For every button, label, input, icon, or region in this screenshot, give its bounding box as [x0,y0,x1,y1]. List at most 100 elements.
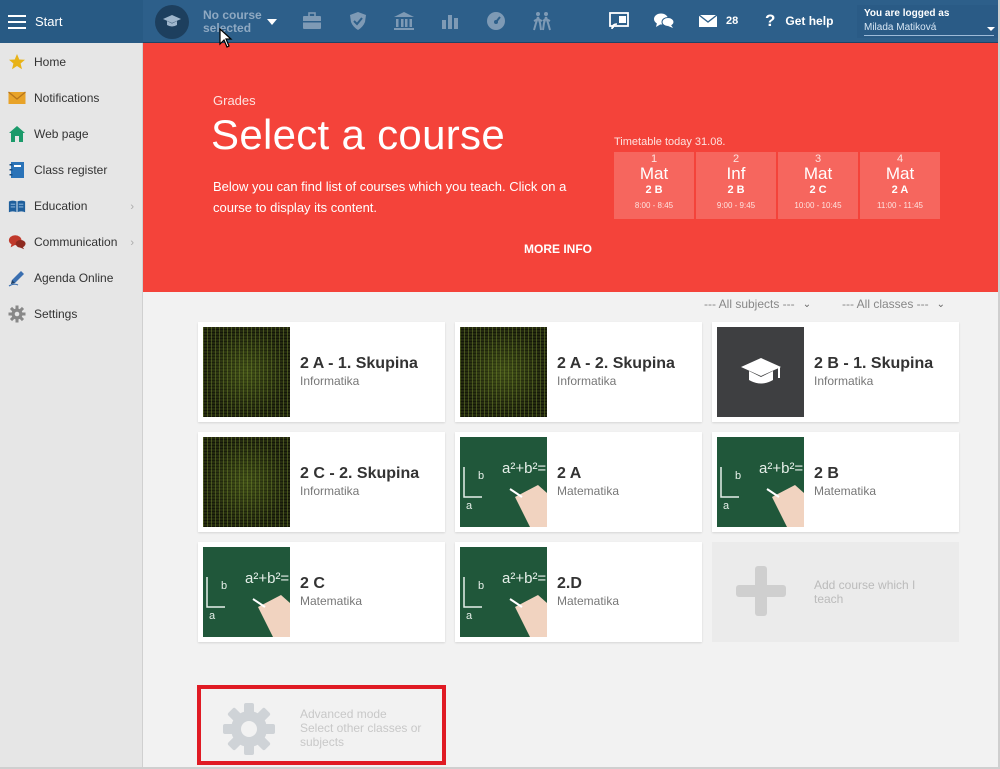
page-title: Select a course [211,111,505,158]
sidebar-item-web-page[interactable]: Web page [0,116,142,152]
sidebar-item-communication[interactable]: Communication › [0,224,142,260]
course-image [460,327,547,417]
pencil-icon [8,269,26,287]
more-info-link[interactable]: MORE INFO [524,242,592,256]
timetable-caption: Timetable today 31.08. [614,136,726,148]
slot-class: 2 B [727,184,745,196]
star-icon [8,53,26,71]
course-card[interactable]: b a a²+b²= 2 B Matematika [712,432,959,532]
page-description: Below you can find list of courses which… [213,179,567,215]
chalkboard-image: b a a²+b²= [460,547,547,637]
course-card[interactable]: 2 C - 2. Skupina Informatika [198,432,445,532]
mail-icon[interactable]: 28 [698,11,738,31]
chat-bubbles-icon [8,233,26,251]
sidebar-item-label: Web page [34,127,89,141]
notebook-icon [8,161,26,179]
course-title: 2 A - 1. Skupina [300,355,418,372]
course-title: 2.D [557,575,582,592]
mail-count: 28 [726,15,739,27]
chalkboard-image: b a a²+b²= [203,547,290,637]
sidebar-item-label: Education [34,199,88,213]
sidebar-item-label: Settings [34,307,78,321]
shield-icon[interactable] [347,10,369,32]
sidebar-item-class-register[interactable]: Class register [0,152,142,188]
people-walking-icon[interactable] [531,10,553,32]
sidebar-item-home[interactable]: Home [0,44,142,80]
bank-icon[interactable] [393,10,415,32]
sidebar-item-education[interactable]: Education › [0,188,142,224]
svg-text:a²+b²=: a²+b²= [502,460,546,477]
sidebar: Home Notifications Web page Class regist… [0,43,143,769]
course-title: 2 A - 2. Skupina [557,355,675,372]
dashboard-icon[interactable] [485,10,507,32]
graduation-cap-icon [155,5,189,39]
slot-subject: Mat [885,164,915,183]
svg-text:a²+b²=: a²+b²= [502,570,546,587]
house-icon [8,125,26,143]
start-label: Start [35,14,63,29]
help-button[interactable]: ? Get help [765,11,833,31]
course-card[interactable]: b a a²+b²= 2 A Matematika [455,432,702,532]
chevron-right-icon: › [130,237,134,249]
course-card[interactable]: 2 A - 2. Skupina Informatika [455,322,702,422]
sidebar-item-label: Class register [34,163,108,177]
sidebar-item-label: Communication [34,235,118,249]
svg-text:a: a [723,500,730,512]
sidebar-item-agenda-online[interactable]: Agenda Online [0,260,142,296]
timetable-slot[interactable]: 1 Mat 2 B 8:00 - 8:45 [614,152,694,219]
course-selector[interactable]: No course selected [155,5,277,39]
slot-subject: Mat [803,164,833,183]
course-card[interactable]: 2 B - 1. Skupina Informatika [712,322,959,422]
svg-text:a: a [209,610,216,622]
start-menu-button[interactable]: Start [0,0,143,43]
course-selector-label: No course selected [203,8,262,35]
add-course-label: Add course which I teach [814,578,916,606]
chat-icon[interactable] [653,11,675,31]
chevron-down-icon: ⌄ [936,298,946,310]
chalkboard-image: b a a²+b²= [717,437,804,527]
class-filter[interactable]: --- All classes --- ⌄ [842,297,945,311]
course-card[interactable]: b a a²+b²= 2.D Matematika [455,542,702,642]
course-title: 2 B [814,465,839,482]
svg-text:a²+b²=: a²+b²= [245,570,289,587]
help-icon: ? [765,11,776,30]
course-subject: Informatika [300,484,360,498]
slot-subject: Inf [726,164,746,183]
chalkboard-image: b a a²+b²= [460,437,547,527]
page-subtitle: Grades [213,93,256,108]
bar-chart-icon[interactable] [439,10,461,32]
timetable-slot[interactable]: 2 Inf 2 B 9:00 - 9:45 [696,152,776,219]
advanced-mode-desc: Select other classes or subjects [300,721,422,749]
course-subject: Matematika [814,484,877,498]
subject-filter[interactable]: --- All subjects --- ⌄ [704,297,811,311]
advanced-mode-button[interactable]: Advanced mode Select other classes or su… [197,685,446,765]
slot-time: 9:00 - 9:45 [716,201,756,210]
course-subject: Informatika [814,374,874,388]
sidebar-item-settings[interactable]: Settings [0,296,142,332]
user-menu-underline [864,35,994,36]
user-menu[interactable]: You are logged as Milada Matiková [857,5,998,38]
cast-icon[interactable] [609,11,629,31]
add-course-button[interactable]: Add course which I teach [712,542,959,642]
course-title: 2 C [300,575,325,592]
timetable-slot[interactable]: 3 Mat 2 C 10:00 - 10:45 [778,152,858,219]
envelope-icon [8,89,26,107]
slot-subject: Mat [639,164,669,183]
plus-icon [736,566,786,616]
sidebar-item-notifications[interactable]: Notifications [0,80,142,116]
sidebar-item-label: Home [34,55,67,69]
advanced-mode-title: Advanced mode [300,707,387,721]
sidebar-item-label: Notifications [34,91,100,105]
graduation-cap-icon [717,327,804,417]
course-subject: Informatika [300,374,360,388]
caret-down-icon [267,19,277,25]
course-card[interactable]: 2 A - 1. Skupina Informatika [198,322,445,422]
chevron-right-icon: › [130,201,134,213]
course-subject: Matematika [557,484,620,498]
svg-text:b: b [478,580,484,592]
course-title: 2 C - 2. Skupina [300,465,420,482]
briefcase-icon[interactable] [301,10,323,32]
timetable-slot[interactable]: 4 Mat 2 A 11:00 - 11:45 [860,152,940,219]
help-label: Get help [785,14,834,28]
course-card[interactable]: b a a²+b²= 2 C Matematika [198,542,445,642]
